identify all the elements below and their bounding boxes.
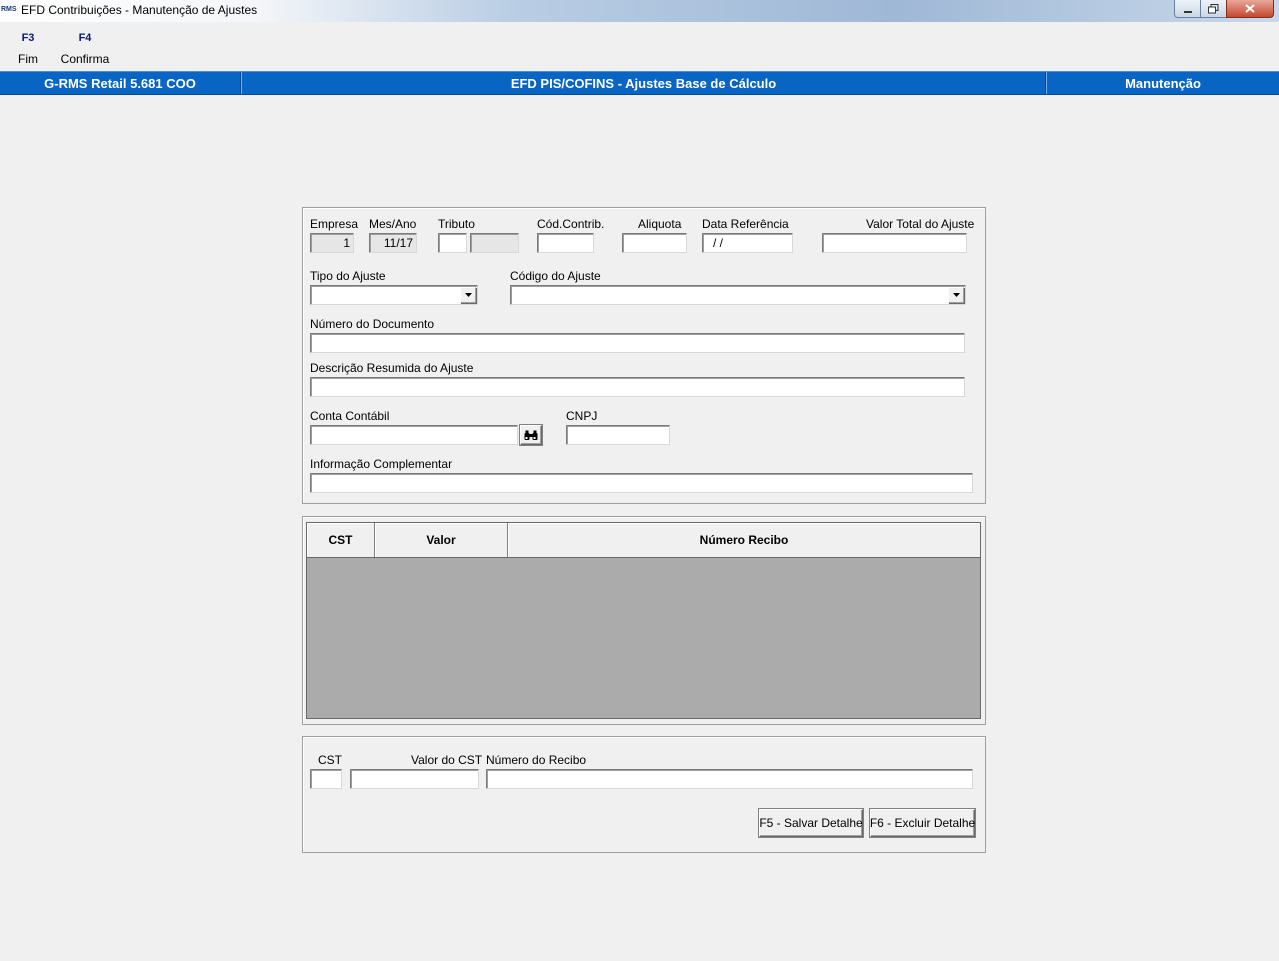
conta-contabil-label: Conta Contábil <box>310 409 390 423</box>
data-referencia-label: Data Referência <box>702 217 789 231</box>
aliquota-label: Aliquota <box>638 217 682 231</box>
info-complementar-field[interactable] <box>310 473 973 493</box>
restore-button[interactable] <box>1200 0 1227 18</box>
grid-header: CST Valor Número Recibo <box>307 523 980 558</box>
codigo-ajuste-label: Código do Ajuste <box>510 269 601 283</box>
conta-contabil-field[interactable] <box>310 425 518 445</box>
valor-cst-field[interactable] <box>350 769 479 789</box>
cst-label: CST <box>318 753 342 767</box>
header-system: G-RMS Retail 5.681 COO <box>44 75 196 91</box>
chevron-down-icon[interactable] <box>460 287 476 303</box>
column-header-valor[interactable]: Valor <box>375 523 508 557</box>
tributo-description-field <box>470 233 519 253</box>
info-complementar-label: Informação Complementar <box>310 457 453 471</box>
cod-contrib-label: Cód.Contrib. <box>537 217 605 231</box>
delete-detail-button[interactable]: F6 - Excluir Detalhe <box>870 809 975 837</box>
cnpj-label: CNPJ <box>566 409 598 423</box>
close-icon <box>1245 4 1255 13</box>
fkey-label: Fim <box>18 52 38 66</box>
numero-recibo-label: Número do Recibo <box>486 753 587 767</box>
fkey-code: F4 <box>78 32 92 44</box>
chevron-down-icon[interactable] <box>948 287 964 303</box>
window-title: EFD Contribuições - Manutenção de Ajuste… <box>21 3 258 17</box>
close-button[interactable] <box>1226 0 1274 18</box>
empresa-label: Empresa <box>310 217 359 231</box>
header-title: EFD PIS/COFINS - Ajustes Base de Cálculo <box>510 75 777 91</box>
header-mode: Manutenção <box>1125 75 1201 91</box>
cnpj-field[interactable] <box>566 425 670 445</box>
descricao-field[interactable] <box>310 377 965 397</box>
mes-ano-label: Mes/Ano <box>369 217 417 231</box>
fkey-fim[interactable]: F3 Fim <box>12 32 44 66</box>
tributo-code-field[interactable] <box>438 233 467 253</box>
minimize-icon <box>1183 10 1192 13</box>
column-header-cst[interactable]: CST <box>307 523 375 557</box>
tributo-label: Tributo <box>438 217 475 231</box>
valor-total-label: Valor Total do Ajuste <box>866 217 975 231</box>
lookup-button[interactable] <box>520 425 542 445</box>
detail-grid[interactable]: CST Valor Número Recibo <box>306 522 981 719</box>
numero-recibo-field[interactable] <box>486 769 973 789</box>
module-header: G-RMS Retail 5.681 COO EFD PIS/COFINS - … <box>0 71 1279 95</box>
fkey-label: Confirma <box>60 52 110 66</box>
numero-documento-label: Número do Documento <box>310 317 435 331</box>
aliquota-field[interactable] <box>622 233 687 253</box>
cod-contrib-field[interactable] <box>537 233 594 253</box>
numero-documento-field[interactable] <box>310 333 965 353</box>
tipo-ajuste-select[interactable] <box>310 285 478 305</box>
valor-total-field[interactable] <box>822 233 967 253</box>
column-header-numero-recibo[interactable]: Número Recibo <box>508 523 980 557</box>
minimize-button[interactable] <box>1174 0 1201 18</box>
mes-ano-field[interactable]: 11/17 <box>369 233 417 253</box>
descricao-label: Descrição Resumida do Ajuste <box>310 361 474 375</box>
restore-icon <box>1208 3 1219 13</box>
binoculars-icon <box>524 430 538 440</box>
cst-field[interactable] <box>310 769 342 789</box>
valor-cst-label: Valor do CST <box>411 753 483 767</box>
tipo-ajuste-label: Tipo do Ajuste <box>310 269 386 283</box>
fkey-code: F3 <box>21 32 35 44</box>
empresa-field[interactable]: 1 <box>310 233 354 253</box>
fkey-confirma[interactable]: F4 Confirma <box>55 32 115 66</box>
app-logo: RMS <box>1 6 17 13</box>
title-bar: RMS EFD Contribuições - Manutenção de Aj… <box>0 0 1279 22</box>
save-detail-button[interactable]: F5 - Salvar Detalhe <box>759 809 863 837</box>
data-referencia-field[interactable]: / / <box>702 233 793 253</box>
codigo-ajuste-select[interactable] <box>510 285 966 305</box>
